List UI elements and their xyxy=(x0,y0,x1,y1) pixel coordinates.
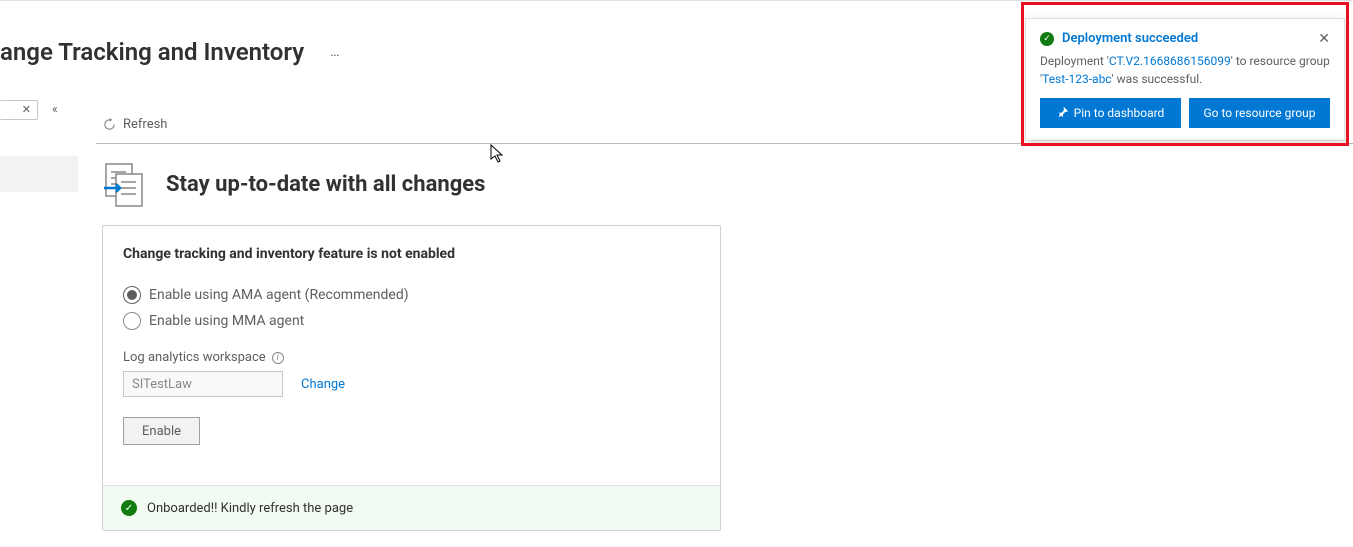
refresh-icon[interactable] xyxy=(102,117,117,132)
workspace-row: Change xyxy=(123,371,700,397)
radio-icon xyxy=(123,312,141,330)
radio-ama-agent[interactable]: Enable using AMA agent (Recommended) xyxy=(123,286,700,304)
success-check-icon: ✓ xyxy=(121,500,137,516)
content-header: Stay up-to-date with all changes xyxy=(100,160,485,208)
panel-close-chip[interactable]: ✕ xyxy=(0,100,38,120)
radio-mma-agent[interactable]: Enable using MMA agent xyxy=(123,312,700,330)
status-message: Onboarded!! Kindly refresh the page xyxy=(147,501,353,516)
radio-icon xyxy=(123,286,141,304)
page-title: ange Tracking and Inventory xyxy=(0,38,304,66)
go-to-resource-group-button[interactable]: Go to resource group xyxy=(1189,98,1330,128)
radio-label: Enable using MMA agent xyxy=(149,313,304,329)
change-tracking-icon xyxy=(100,160,148,208)
toast-title: Deployment succeeded xyxy=(1062,31,1310,46)
sidebar-item-selected[interactable] xyxy=(0,156,78,192)
close-icon[interactable]: ✕ xyxy=(1318,32,1330,46)
button-label: Go to resource group xyxy=(1203,106,1315,120)
info-icon[interactable]: i xyxy=(272,352,284,364)
workspace-input[interactable] xyxy=(123,371,283,397)
toast-shadow xyxy=(1031,139,1347,144)
enable-button[interactable]: Enable xyxy=(123,417,200,445)
pin-icon xyxy=(1057,106,1069,121)
window-top-border xyxy=(0,0,1353,1)
success-check-icon: ✓ xyxy=(1040,32,1054,46)
deployment-toast: ✓ Deployment succeeded ✕ Deployment 'CT.… xyxy=(1025,18,1345,141)
title-more-icon[interactable]: … xyxy=(330,44,341,60)
deployment-link[interactable]: CT.V2.1668686156099 xyxy=(1109,54,1231,68)
enable-card: Change tracking and inventory feature is… xyxy=(102,225,721,531)
workspace-field-label-row: Log analytics workspace i xyxy=(123,350,700,365)
agent-radio-group: Enable using AMA agent (Recommended) Ena… xyxy=(123,286,700,330)
refresh-button[interactable]: Refresh xyxy=(123,117,167,132)
resource-group-link[interactable]: Test-123-abc xyxy=(1042,72,1111,86)
workspace-field-label: Log analytics workspace xyxy=(123,350,266,365)
cursor-icon xyxy=(490,144,506,168)
toast-text: Deployment ' xyxy=(1040,54,1109,68)
status-banner: ✓ Onboarded!! Kindly refresh the page xyxy=(103,485,720,530)
close-icon: ✕ xyxy=(22,103,31,116)
collapse-sidebar-icon[interactable]: « xyxy=(52,102,56,116)
page-title-area: ange Tracking and Inventory … xyxy=(0,38,342,66)
content-heading: Stay up-to-date with all changes xyxy=(166,172,485,197)
toast-text: ' was successful. xyxy=(1112,72,1203,86)
pin-to-dashboard-button[interactable]: Pin to dashboard xyxy=(1040,98,1181,128)
change-link[interactable]: Change xyxy=(301,377,345,392)
button-label: Pin to dashboard xyxy=(1074,106,1165,120)
radio-label: Enable using AMA agent (Recommended) xyxy=(149,287,409,303)
card-title: Change tracking and inventory feature is… xyxy=(123,246,700,262)
toast-body: Deployment 'CT.V2.1668686156099' to reso… xyxy=(1040,52,1330,88)
